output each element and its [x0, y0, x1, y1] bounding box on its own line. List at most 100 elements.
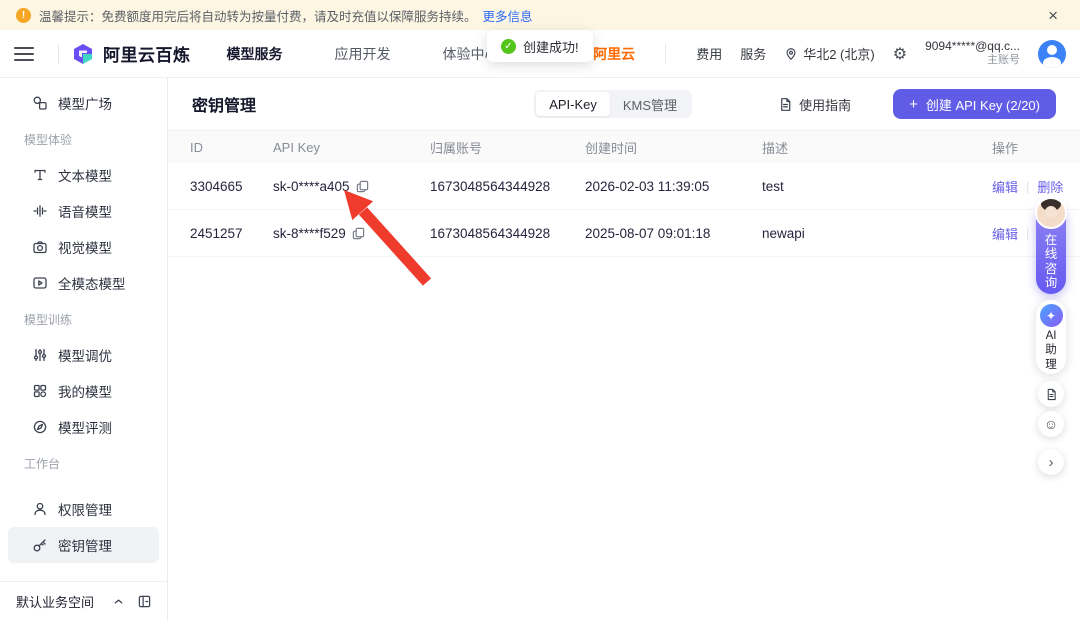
sidebar-item-label: 权限管理: [58, 499, 112, 519]
sidebar-section-model-training: 模型训练: [0, 301, 167, 337]
avatar[interactable]: [1038, 40, 1066, 68]
sidebar-item-label: 语音模型: [58, 201, 112, 221]
docs-fab-button[interactable]: [1038, 381, 1064, 407]
sidebar-item-vision-model[interactable]: 视觉模型: [8, 229, 159, 265]
sidebar-item-audio-model[interactable]: 语音模型: [8, 193, 159, 229]
table-row: 3304665 sk-0****a405 1673048564344928 20…: [168, 163, 1080, 210]
chevron-up-icon[interactable]: [113, 596, 124, 607]
account-type: 主账号: [925, 54, 1020, 68]
create-api-key-label: 创建 API Key (2/20): [926, 95, 1040, 114]
sidebar-section-workbench: 工作台: [0, 445, 167, 481]
close-icon[interactable]: ×: [1042, 7, 1064, 24]
sidebar-item-model-eval[interactable]: 模型评测: [8, 409, 159, 445]
cell-created: 2025-08-07 09:01:18: [585, 226, 762, 241]
cell-owner: 1673048564344928: [430, 226, 585, 241]
table-header: ID API Key 归属账号 创建时间 描述 操作: [168, 131, 1080, 163]
camera-icon: [32, 239, 48, 255]
cell-description: test: [762, 179, 992, 194]
nav-item-app-dev[interactable]: 应用开发: [335, 44, 391, 64]
region-selector[interactable]: 华北2 (北京): [784, 44, 875, 63]
more-info-link[interactable]: 更多信息: [483, 6, 533, 25]
sidebar-item-api-keys[interactable]: 密钥管理: [8, 527, 159, 563]
table-row: 2451257 sk-8****f529 1673048564344928 20…: [168, 210, 1080, 257]
col-owner-account: 归属账号: [430, 138, 585, 157]
copy-icon[interactable]: [352, 227, 365, 240]
tab-group: API-Key KMS管理: [534, 90, 692, 118]
success-toast: ✓ 创建成功!: [487, 30, 593, 62]
shapes-icon: [32, 95, 48, 111]
sidebar-item-label: 我的模型: [58, 381, 112, 401]
nav-right: (-) 阿里云 费用 服务 华北2 (北京) ⚙ 9094*****@qq.c.…: [579, 39, 1066, 68]
omni-icon: [32, 275, 48, 291]
audio-icon: [32, 203, 48, 219]
edit-link[interactable]: 编辑: [992, 177, 1018, 196]
megaphone-icon: !: [16, 8, 31, 23]
cell-api-key: sk-0****a405: [273, 179, 350, 194]
chevron-right-icon: ›: [1049, 454, 1054, 471]
ai-assistant-widget[interactable]: ✦ AI助理: [1036, 300, 1066, 374]
check-circle-icon: ✓: [501, 39, 516, 54]
cell-id: 3304665: [190, 179, 273, 194]
workspace-bar: 默认业务空间: [0, 581, 167, 621]
tab-api-key[interactable]: API-Key: [536, 92, 610, 116]
divider: |: [1026, 226, 1029, 241]
billing-link[interactable]: 费用: [696, 44, 722, 63]
ai-assistant-label: AI助理: [1036, 329, 1066, 372]
create-api-key-button[interactable]: + 创建 API Key (2/20): [893, 89, 1056, 119]
cell-owner: 1673048564344928: [430, 179, 585, 194]
usage-guide-label: 使用指南: [799, 95, 851, 114]
copy-icon[interactable]: [356, 180, 369, 193]
bailian-logo-icon: [71, 42, 95, 66]
sidebar-item-label: 文本模型: [58, 165, 112, 185]
divider: [665, 44, 666, 64]
services-link[interactable]: 服务: [740, 44, 766, 63]
col-created-time: 创建时间: [585, 138, 762, 157]
usage-guide-link[interactable]: 使用指南: [778, 95, 851, 114]
toast-text: 创建成功!: [523, 37, 579, 56]
support-agent-avatar: [1035, 197, 1067, 229]
sidebar-item-model-tuning[interactable]: 模型调优: [8, 337, 159, 373]
cell-id: 2451257: [190, 226, 273, 241]
tab-kms[interactable]: KMS管理: [610, 92, 690, 116]
page-header: 密钥管理 API-Key KMS管理 使用指南 + 创建 API Key (2/…: [168, 78, 1080, 131]
collapse-fab-button[interactable]: ›: [1038, 449, 1064, 475]
document-icon: [778, 97, 793, 112]
nav-item-model-service[interactable]: 模型服务: [227, 44, 283, 64]
notice-text: 温馨提示：免费额度用完后将自动转为按量付费，请及时充值以保障服务持续。: [39, 6, 477, 25]
divider: [58, 44, 59, 64]
sidebar: 模型广场 模型体验 文本模型 语音模型 视觉模型 全模态模型 模型训练 模型调优…: [0, 78, 168, 621]
main-content: 密钥管理 API-Key KMS管理 使用指南 + 创建 API Key (2/…: [168, 78, 1080, 621]
text-icon: [32, 167, 48, 183]
sidebar-item-omni-model[interactable]: 全模态模型: [8, 265, 159, 301]
delete-link[interactable]: 删除: [1037, 177, 1063, 196]
sidebar-item-label: 模型调优: [58, 345, 112, 365]
gear-icon[interactable]: ⚙: [893, 44, 907, 64]
sidebar-item-permissions[interactable]: 权限管理: [8, 491, 159, 527]
brand-logo[interactable]: 阿里云百炼: [71, 41, 191, 66]
aliyun-logo-text: 阿里云: [593, 44, 635, 64]
grid-icon: [32, 383, 48, 399]
person-icon: [32, 501, 48, 517]
sidebar-item-model-plaza[interactable]: 模型广场: [8, 85, 159, 121]
cell-created: 2026-02-03 11:39:05: [585, 179, 762, 194]
sidebar-section-model-experience: 模型体验: [0, 121, 167, 157]
hamburger-menu-icon[interactable]: [14, 47, 34, 61]
cell-api-key: sk-8****f529: [273, 226, 346, 241]
plus-icon: +: [909, 96, 918, 113]
col-description: 描述: [762, 138, 992, 157]
document-icon: [1045, 388, 1058, 401]
notice-bar: ! 温馨提示：免费额度用完后将自动转为按量付费，请及时充值以保障服务持续。 更多…: [0, 0, 1080, 30]
sidebar-item-text-model[interactable]: 文本模型: [8, 157, 159, 193]
sliders-icon: [32, 347, 48, 363]
feedback-fab-button[interactable]: ☺: [1038, 411, 1064, 437]
workspace-panel-icon[interactable]: [138, 595, 151, 608]
account-info[interactable]: 9094*****@qq.c... 主账号: [925, 39, 1020, 68]
sidebar-item-label: 密钥管理: [58, 535, 112, 555]
region-label: 华北2 (北京): [803, 44, 875, 63]
sidebar-item-label: 模型评测: [58, 417, 112, 437]
online-support-widget[interactable]: 在线咨询: [1036, 202, 1066, 294]
edit-link[interactable]: 编辑: [992, 224, 1018, 243]
compass-icon: [32, 419, 48, 435]
sidebar-item-label: 全模态模型: [58, 273, 126, 293]
sidebar-item-my-models[interactable]: 我的模型: [8, 373, 159, 409]
